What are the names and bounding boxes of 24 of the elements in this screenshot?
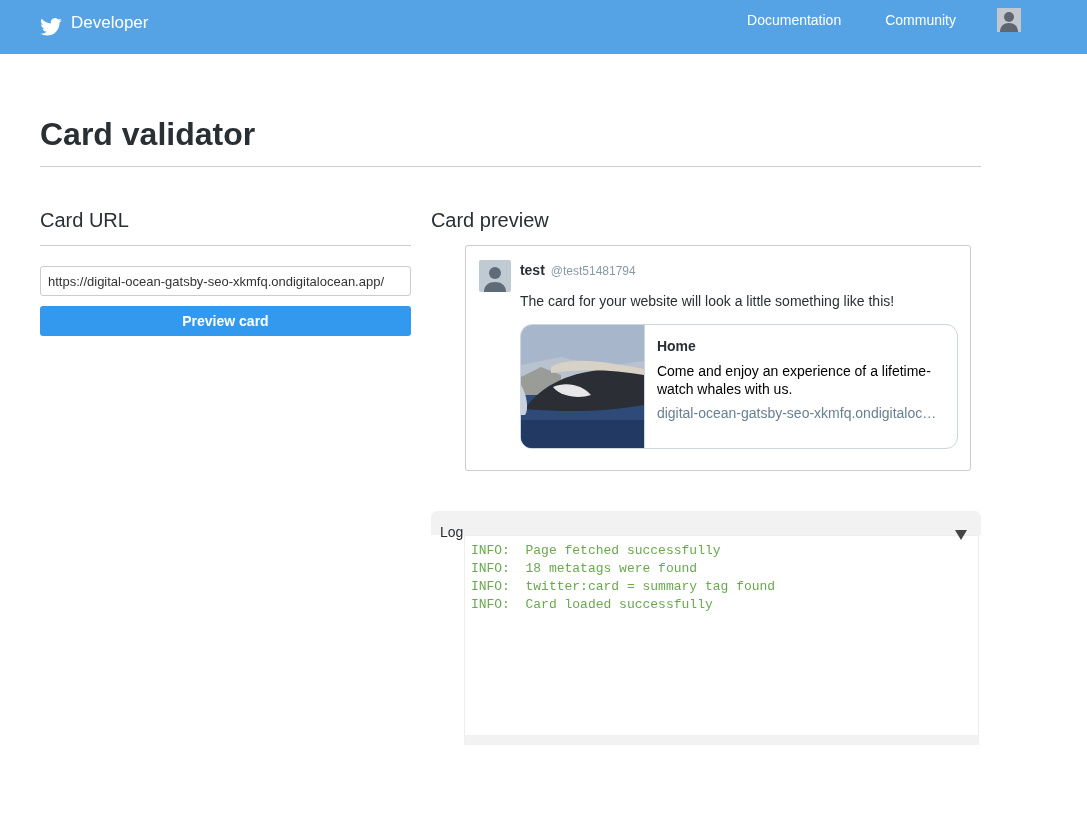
log-line: INFO: 18 metatags were found [470, 560, 699, 578]
preview-card-button[interactable]: Preview card [40, 306, 411, 336]
bird-icon[interactable] [40, 18, 62, 36]
nav-link[interactable]: Community [885, 9, 956, 31]
log-line: INFO: Page fetched successfully [470, 542, 722, 560]
link-card[interactable]: Home Come and enjoy an experience of a lifetime- watch whales with us. digital-ocean-gatsby-seo-xkmfq.ondigitaloc… [519, 324, 958, 449]
brand-link[interactable]: Developer [71, 10, 149, 36]
section-heading: Card preview [430, 208, 550, 233]
avatar-icon [478, 260, 511, 292]
page-title: Card validator [40, 110, 981, 167]
card-domain: digital-ocean-gatsby-seo-xkmfq.ondigitaloc… [656, 404, 938, 423]
collapse-triangle-icon[interactable] [955, 530, 967, 540]
user-name: test [519, 261, 545, 280]
avatar-icon[interactable] [997, 8, 1021, 32]
user-handle: @test51481794 [550, 263, 636, 280]
url-field[interactable]: https://digital-ocean-gatsby-seo-xkmfq.ondigitalocean.app/ [40, 266, 411, 296]
log-line: INFO: twitter:card = summary tag found [470, 578, 777, 596]
tweet-text: The card for your website will look a little something like this! [519, 292, 896, 311]
section-heading: Card URL [40, 205, 411, 246]
nav-link[interactable]: Documentation [747, 9, 842, 31]
card-title: Home [656, 337, 697, 356]
log-line: INFO: Card loaded successfully [470, 596, 714, 614]
log-label: Log [439, 524, 464, 540]
card-description: Come and enjoy an experience of a lifetime- watch whales with us. [656, 362, 932, 398]
